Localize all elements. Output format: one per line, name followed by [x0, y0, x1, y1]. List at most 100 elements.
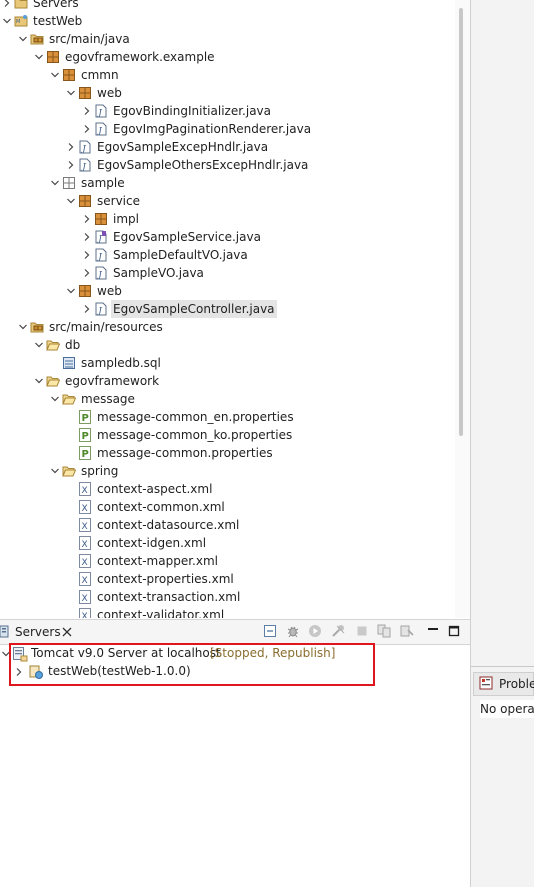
tree-item-label[interactable]: context-aspect.xml: [97, 480, 212, 498]
tree-item-label[interactable]: sample: [81, 174, 125, 192]
chevron-right-icon[interactable]: [81, 120, 93, 138]
tree-item-label[interactable]: EgovSampleService.java: [113, 228, 261, 246]
tree-row[interactable]: Xcontext-transaction.xml: [0, 588, 455, 606]
tree-item-label[interactable]: context-properties.xml: [97, 570, 234, 588]
tree-row[interactable]: J EgovBindingInitializer.java: [0, 102, 455, 120]
tree-item-label[interactable]: message: [81, 390, 135, 408]
tree-item-label[interactable]: spring: [81, 462, 118, 480]
chevron-down-icon[interactable]: [65, 282, 77, 300]
tree-row[interactable]: J EgovImgPaginationRenderer.java: [0, 120, 455, 138]
tree-row[interactable]: Pmessage-common_ko.properties: [0, 426, 455, 444]
servers-tab-label[interactable]: Servers: [15, 624, 61, 640]
chevron-down-icon[interactable]: [49, 462, 61, 480]
profile-server-icon[interactable]: [331, 624, 345, 638]
tree-item-label[interactable]: Servers: [33, 0, 79, 12]
tree-row[interactable]: sample: [0, 174, 455, 192]
chevron-down-icon[interactable]: [17, 318, 29, 336]
minimize-view-icon[interactable]: [426, 624, 440, 638]
tree-row[interactable]: src/main/java: [0, 30, 455, 48]
tree-item-label[interactable]: service: [97, 192, 140, 210]
tree-item-label[interactable]: EgovSampleOthersExcepHndlr.java: [97, 156, 308, 174]
tree-item-label[interactable]: context-datasource.xml: [97, 516, 239, 534]
tree-row[interactable]: Pmessage-common.properties: [0, 444, 455, 462]
tree-item-label[interactable]: context-mapper.xml: [97, 552, 218, 570]
chevron-down-icon[interactable]: [49, 390, 61, 408]
tree-row[interactable]: J EgovSampleOthersExcepHndlr.java: [0, 156, 455, 174]
chevron-right-icon[interactable]: [81, 228, 93, 246]
tree-row[interactable]: Xcontext-properties.xml: [0, 570, 455, 588]
tree-row[interactable]: MtestWeb: [0, 12, 455, 30]
tree-row[interactable]: J SampleDefaultVO.java: [0, 246, 455, 264]
tree-item-label[interactable]: impl: [113, 210, 139, 228]
tree-item-label[interactable]: context-transaction.xml: [97, 588, 240, 606]
tree-row[interactable]: J EgovSampleService.java: [0, 228, 455, 246]
chevron-down-icon[interactable]: [49, 66, 61, 84]
chevron-right-icon[interactable]: [81, 264, 93, 282]
tree-item-label[interactable]: web: [97, 84, 122, 102]
tree-row[interactable]: web: [0, 84, 455, 102]
chevron-down-icon[interactable]: [49, 174, 61, 192]
tree-item-label[interactable]: EgovImgPaginationRenderer.java: [113, 120, 311, 138]
tree-row[interactable]: web: [0, 282, 455, 300]
chevron-right-icon[interactable]: [81, 210, 93, 228]
chevron-down-icon[interactable]: [65, 192, 77, 210]
tree-item-label[interactable]: context-validator.xml: [97, 606, 224, 618]
tree-row[interactable]: J EgovSampleController.java: [0, 300, 455, 318]
tree-row[interactable]: db: [0, 336, 455, 354]
tree-item-label[interactable]: egovframework.example: [65, 48, 215, 66]
tree-row[interactable]: Servers: [0, 0, 455, 12]
chevron-right-icon[interactable]: [65, 138, 77, 156]
tree-item-label[interactable]: testWeb: [33, 12, 82, 30]
tree-item-label[interactable]: SampleVO.java: [113, 264, 204, 282]
maximize-view-icon[interactable]: [447, 624, 461, 638]
chevron-down-icon[interactable]: [33, 336, 45, 354]
tree-item-label[interactable]: EgovSampleController.java: [111, 300, 277, 318]
tree-row[interactable]: message: [0, 390, 455, 408]
tree-item-label[interactable]: db: [65, 336, 80, 354]
tree-item-label[interactable]: web: [97, 282, 122, 300]
start-server-icon[interactable]: [308, 624, 322, 638]
tree-item-label[interactable]: src/main/resources: [49, 318, 163, 336]
tree-row[interactable]: impl: [0, 210, 455, 228]
tree-row[interactable]: Xcontext-validator.xml: [0, 606, 455, 618]
tree-row[interactable]: J SampleVO.java: [0, 264, 455, 282]
chevron-right-icon[interactable]: [1, 0, 13, 12]
tree-row[interactable]: Xcontext-mapper.xml: [0, 552, 455, 570]
chevron-down-icon[interactable]: [33, 372, 45, 390]
chevron-down-icon[interactable]: [33, 48, 45, 66]
tree-item-label[interactable]: SampleDefaultVO.java: [113, 246, 248, 264]
tree-row[interactable]: Pmessage-common_en.properties: [0, 408, 455, 426]
tree-row[interactable]: egovframework: [0, 372, 455, 390]
tree-item-label[interactable]: src/main/java: [49, 30, 130, 48]
chevron-down-icon[interactable]: [65, 84, 77, 102]
tree-row[interactable]: Xcontext-aspect.xml: [0, 480, 455, 498]
publish-server-icon[interactable]: [377, 624, 391, 638]
tree-item-label[interactable]: message-common.properties: [97, 444, 273, 462]
tree-row[interactable]: J EgovSampleExcepHndlr.java: [0, 138, 455, 156]
tree-item-label[interactable]: egovframework: [65, 372, 159, 390]
chevron-down-icon[interactable]: [1, 12, 13, 30]
tree-row[interactable]: Xcontext-datasource.xml: [0, 516, 455, 534]
chevron-right-icon[interactable]: [65, 156, 77, 174]
tree-row[interactable]: egovframework.example: [0, 48, 455, 66]
tree-item-label[interactable]: context-idgen.xml: [97, 534, 206, 552]
tree-row[interactable]: sampledb.sql: [0, 354, 455, 372]
problems-tab-label[interactable]: Problems: [499, 677, 534, 691]
tree-row[interactable]: Xcontext-common.xml: [0, 498, 455, 516]
tree-row[interactable]: src/main/resources: [0, 318, 455, 336]
tree-row[interactable]: service: [0, 192, 455, 210]
debug-server-icon[interactable]: [286, 624, 300, 638]
chevron-right-icon[interactable]: [81, 246, 93, 264]
close-tab-icon[interactable]: [61, 624, 73, 640]
chevron-right-icon[interactable]: [81, 300, 93, 318]
tree-item-label[interactable]: context-common.xml: [97, 498, 225, 516]
tree-item-label[interactable]: sampledb.sql: [81, 354, 161, 372]
tree-row[interactable]: Xcontext-idgen.xml: [0, 534, 455, 552]
collapse-all-icon[interactable]: [263, 624, 277, 638]
tree-item-label[interactable]: message-common_en.properties: [97, 408, 294, 426]
tree-item-label[interactable]: EgovSampleExcepHndlr.java: [97, 138, 268, 156]
tree-row[interactable]: cmmn: [0, 66, 455, 84]
stop-server-icon[interactable]: [355, 624, 369, 638]
chevron-right-icon[interactable]: [81, 102, 93, 120]
chevron-down-icon[interactable]: [17, 30, 29, 48]
